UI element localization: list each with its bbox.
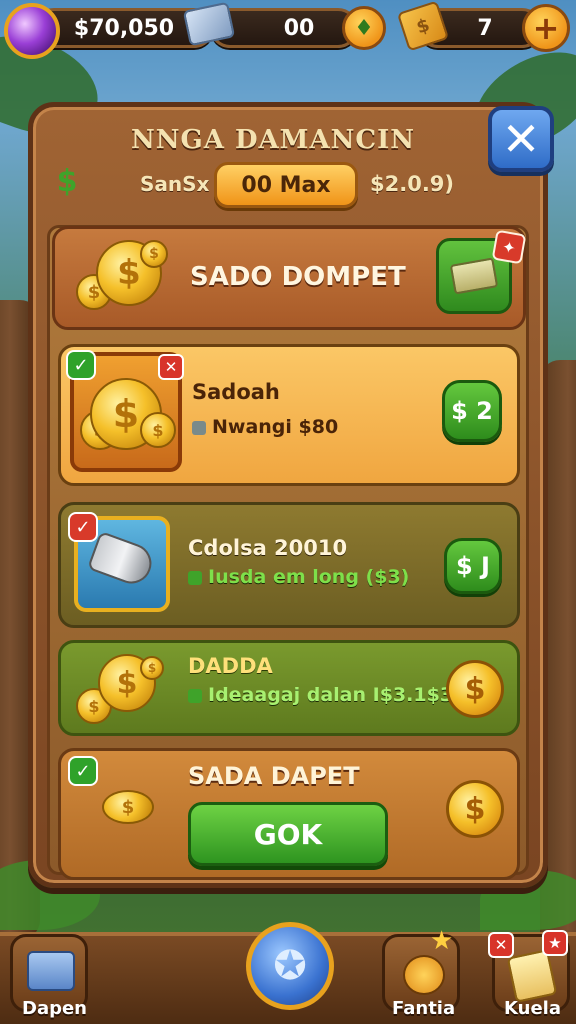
add-currency-button[interactable]: + xyxy=(522,4,570,52)
nav-kuela-label: Kuela xyxy=(504,998,561,1019)
offer-3-subtitle: Ideaagaj dalan I$3.1$3) xyxy=(188,684,462,706)
folder-icon xyxy=(27,951,75,991)
offer-1-subtitle-text: Nwangi $80 xyxy=(212,416,339,438)
remove-badge-icon: ✕ xyxy=(158,354,184,380)
cards-icon xyxy=(506,949,558,1003)
cash-stack-icon xyxy=(449,257,499,295)
center-map-button[interactable]: ✪ xyxy=(246,922,334,1010)
hero-icon xyxy=(403,955,445,995)
max-button-label: 00 Max xyxy=(241,172,331,198)
offer-4-price: $ xyxy=(464,791,486,827)
tag-icon xyxy=(188,688,202,703)
purple-gem-icon[interactable] xyxy=(4,3,60,59)
nav-dapen-label: Dapen xyxy=(22,998,87,1019)
coin-icon: $ xyxy=(140,656,164,680)
offer-3-title: DADDA xyxy=(188,654,273,678)
offer-1-price: $ 2 xyxy=(451,397,493,425)
shield-icon[interactable]: ♦ xyxy=(342,6,386,50)
close-icon: ✕ xyxy=(501,112,541,166)
offer-4-title: SADA DAPET xyxy=(188,762,360,790)
tag-icon xyxy=(188,570,202,585)
alert-badge-icon: ✕ xyxy=(488,932,514,958)
coin-pile-icon: $ xyxy=(140,412,176,448)
gok-button[interactable]: GOK xyxy=(188,802,388,866)
check-badge-icon: ✓ xyxy=(68,756,98,786)
offer-2-subtitle: Iusda em long ($3) xyxy=(188,566,409,588)
offer-2-title: Cdolsa 20010 xyxy=(188,536,348,560)
cash-value: $70,050 xyxy=(73,15,175,41)
offer-2-buy-button[interactable]: $ J xyxy=(444,538,502,594)
panel-title: NNGA DAMANCIN xyxy=(130,125,416,155)
offer-2-subtitle-text: Iusda em long ($3) xyxy=(208,566,410,588)
close-button[interactable]: ✕ xyxy=(488,106,554,172)
check-badge-icon: ✓ xyxy=(68,512,98,542)
offer-1-subtitle: Nwangi $80 xyxy=(192,416,338,438)
gok-button-label: GOK xyxy=(253,817,323,851)
offer-4-coin-button[interactable]: $ xyxy=(446,780,504,838)
offer-3-coin-button[interactable]: $ xyxy=(446,660,504,718)
ticket-value: 7 xyxy=(477,15,493,41)
coin-icon: $ xyxy=(102,790,154,824)
max-button[interactable]: 00 Max xyxy=(214,162,358,208)
offer-1-title: Sadoah xyxy=(192,380,280,404)
subheader-right-value: $2.0.9) xyxy=(370,172,454,196)
gem-value: 00 xyxy=(283,15,315,41)
offer-3-price: $ xyxy=(464,671,486,707)
nav-fantia-label: Fantia xyxy=(392,998,456,1019)
star-alert-badge-icon: ★ xyxy=(542,930,568,956)
top-resource-bar: $70,050 00 ♦ 7 $ + xyxy=(0,0,576,60)
new-badge-icon: ✦ xyxy=(491,229,527,265)
offer-2-price: $ J xyxy=(456,552,490,580)
tag-icon xyxy=(192,420,206,435)
star-badge-icon: ★ xyxy=(430,926,454,956)
check-badge-icon: ✓ xyxy=(66,350,96,380)
offer-3-subtitle-text: Ideaagaj dalan I$3.1$3) xyxy=(208,684,462,706)
coin-icon: $ xyxy=(140,240,168,268)
subheader-left-label: SanSx xyxy=(140,172,210,196)
dollar-icon: $ xyxy=(56,163,78,199)
wallet-header-label: SADO DOMPET xyxy=(190,262,406,292)
offer-1-buy-button[interactable]: $ 2 xyxy=(442,380,502,442)
emblem-icon: ✪ xyxy=(273,943,307,989)
plus-icon: + xyxy=(532,9,560,47)
